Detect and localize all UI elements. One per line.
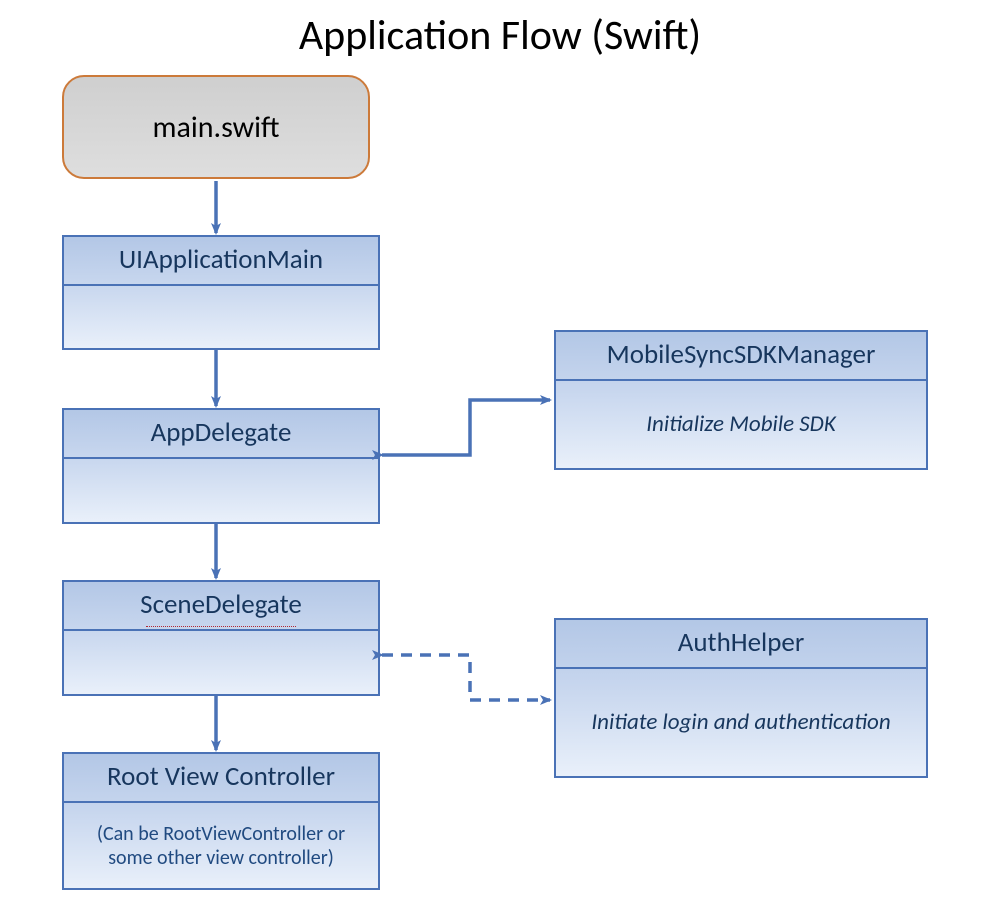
node-authhelper-head: AuthHelper — [556, 620, 926, 669]
node-scenedelegate-head: SceneDelegate — [64, 582, 378, 631]
node-sdkmanager-head: MobileSyncSDKManager — [556, 332, 926, 381]
node-rootvc-head: Root View Controller — [64, 754, 378, 803]
node-scenedelegate-body — [64, 631, 378, 694]
node-appdelegate: AppDelegate — [62, 408, 380, 524]
node-uiapplicationmain: UIApplicationMain — [62, 235, 380, 350]
node-authhelper: AuthHelper Initiate login and authentica… — [554, 618, 928, 778]
node-rootvc: Root View Controller (Can be RootViewCon… — [62, 752, 380, 890]
node-uiapplicationmain-body — [64, 286, 378, 348]
node-appdelegate-head: AppDelegate — [64, 410, 378, 459]
node-rootvc-body: (Can be RootViewController or some other… — [64, 803, 378, 888]
page-title: Application Flow (Swift) — [0, 10, 1000, 61]
node-main-swift-label: main.swift — [153, 109, 280, 146]
node-authhelper-body: Initiate login and authentication — [556, 669, 926, 776]
node-sdkmanager-body: Initialize Mobile SDK — [556, 381, 926, 468]
node-scenedelegate: SceneDelegate — [62, 580, 380, 696]
node-main-swift: main.swift — [62, 75, 370, 179]
node-sdkmanager: MobileSyncSDKManager Initialize Mobile S… — [554, 330, 928, 470]
node-appdelegate-body — [64, 459, 378, 522]
node-uiapplicationmain-head: UIApplicationMain — [64, 237, 378, 286]
